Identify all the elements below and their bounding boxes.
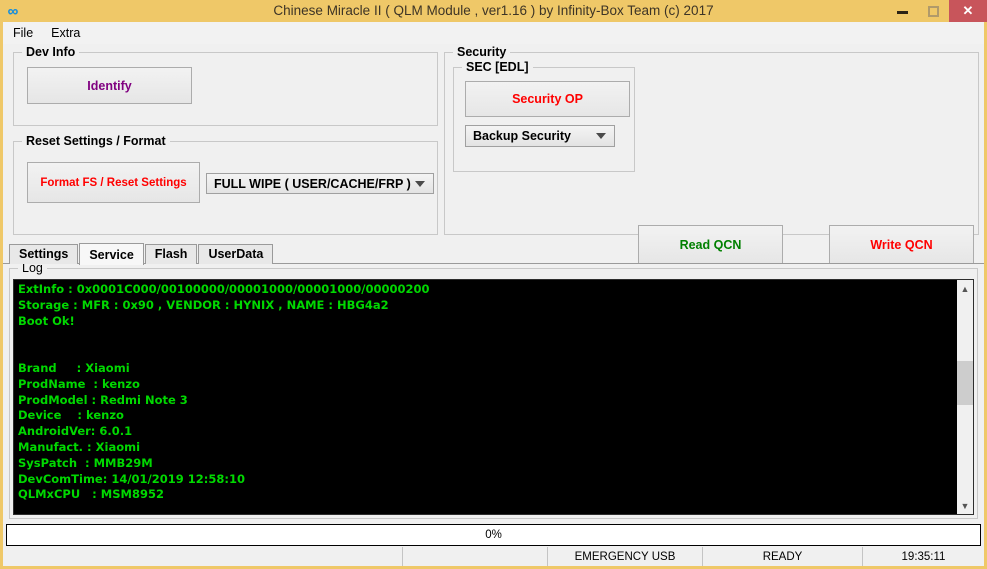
tab-service[interactable]: Service (79, 243, 144, 265)
client-area: Dev Info Identify Reset Settings / Forma… (0, 44, 987, 547)
scroll-down-icon[interactable]: ▼ (957, 497, 973, 514)
log-line: DevComTime: 14/01/2019 12:58:10 (18, 471, 245, 486)
status-cell-1 (3, 547, 403, 566)
log-scrollbar[interactable]: ▲ ▼ (956, 280, 973, 514)
tab-userdata[interactable]: UserData (198, 244, 274, 264)
log-line: AndroidVer: 6.0.1 (18, 424, 133, 439)
security-legend: Security (453, 45, 511, 59)
log-line: Manufact. : Xiaomi (18, 439, 141, 454)
close-button[interactable]: ✕ (949, 0, 987, 22)
scrollbar-track[interactable] (957, 297, 973, 497)
progress-label: 0% (485, 529, 502, 541)
security-group: Security SEC [EDL] Security OP Backup Se… (444, 45, 979, 264)
title-bar: ∞ Chinese Miracle II ( QLM Module , ver1… (0, 0, 987, 22)
tab-strip: Settings Service Flash UserData (3, 243, 984, 265)
wipe-mode-value: FULL WIPE ( USER/CACHE/FRP ) (214, 176, 411, 191)
log-line: Boot Ok! (18, 313, 75, 328)
window-controls: ✕ (887, 0, 987, 22)
sec-edl-legend: SEC [EDL] (462, 60, 533, 74)
log-line: SysPatch : MMB29M (18, 455, 153, 470)
menu-item-file[interactable]: File (13, 26, 43, 40)
log-output[interactable]: ExtInfo : 0x0001C000/00100000/00001000/0… (13, 279, 974, 515)
log-group: Log ExtInfo : 0x0001C000/00100000/000010… (9, 261, 978, 519)
log-line: ExtInfo : 0x0001C000/00100000/00001000/0… (18, 282, 430, 296)
dev-info-legend: Dev Info (22, 45, 80, 59)
infinity-icon: ∞ (7, 2, 19, 20)
menu-item-extra[interactable]: Extra (51, 26, 90, 40)
window-title: Chinese Miracle II ( QLM Module , ver1.1… (273, 3, 714, 18)
sec-edl-group: SEC [EDL] Security OP Backup Security (453, 60, 635, 172)
reset-format-legend: Reset Settings / Format (22, 134, 170, 148)
log-line: Device : kenzo (18, 408, 124, 423)
status-connection-mode: EMERGENCY USB (548, 547, 703, 566)
identify-button[interactable]: Identify (27, 67, 192, 104)
log-line: ProdModel : Redmi Note 3 (18, 392, 188, 407)
reset-format-group: Reset Settings / Format Format FS / Rese… (13, 134, 438, 235)
scrollbar-thumb[interactable] (957, 361, 973, 405)
security-op-button[interactable]: Security OP (465, 81, 630, 117)
top-panels: Dev Info Identify Reset Settings / Forma… (3, 44, 984, 264)
progress-host: 0% (3, 523, 984, 547)
maximize-button[interactable] (918, 0, 949, 22)
security-operation-select[interactable]: Backup Security (465, 125, 615, 147)
tab-flash[interactable]: Flash (144, 244, 198, 264)
status-bar: EMERGENCY USB READY 19:35:11 (0, 547, 987, 569)
status-cell-2 (403, 547, 548, 566)
log-line: QLMxCPU : MSM8952 (18, 487, 164, 502)
log-line: Storage : MFR : 0x90 , VENDOR : HYNIX , … (18, 297, 389, 312)
log-line: ProdName : kenzo (18, 376, 140, 391)
log-panel: Log ExtInfo : 0x0001C000/00100000/000010… (3, 261, 984, 523)
progress-bar: 0% (6, 524, 981, 546)
tab-settings[interactable]: Settings (9, 244, 79, 264)
log-line: Brand : Xiaomi (18, 360, 130, 375)
security-operation-value: Backup Security (473, 129, 571, 143)
chevron-down-icon (596, 133, 606, 139)
log-text: ExtInfo : 0x0001C000/00100000/00001000/0… (14, 280, 956, 514)
format-fs-reset-settings-button[interactable]: Format FS / Reset Settings (27, 162, 200, 203)
application-window: ∞ Chinese Miracle II ( QLM Module , ver1… (0, 0, 987, 569)
menu-bar: File Extra (0, 22, 987, 44)
scroll-up-icon[interactable]: ▲ (957, 280, 973, 297)
chevron-down-icon (415, 180, 425, 187)
minimize-button[interactable] (887, 0, 918, 22)
dev-info-group: Dev Info Identify (13, 45, 438, 126)
status-state: READY (703, 547, 863, 566)
status-time: 19:35:11 (901, 550, 946, 563)
wipe-mode-select[interactable]: FULL WIPE ( USER/CACHE/FRP ) (206, 173, 434, 194)
